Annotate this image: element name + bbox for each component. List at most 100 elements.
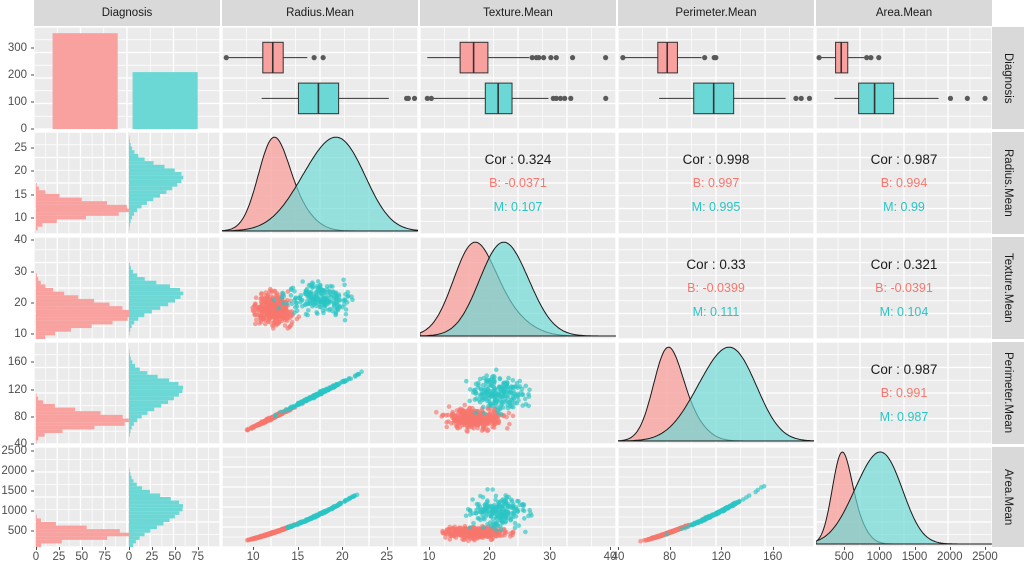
x-tick-mark: [550, 547, 551, 550]
x-tick-mark: [773, 547, 774, 550]
y-tick-label: 2500: [1, 445, 27, 457]
panel-hist-perimeter-by-diagnosis: [34, 342, 220, 444]
cor-m-label: M: 0.99: [883, 201, 925, 214]
col-strip-diagnosis: Diagnosis: [34, 0, 220, 26]
x-tick-mark: [198, 547, 199, 550]
cor-all-label: Cor : 0.321: [871, 258, 938, 272]
cor-b-label: B: -0.0371: [489, 177, 547, 190]
row-strip-label: Area.Mean: [1002, 469, 1014, 525]
x-tick-mark: [387, 547, 388, 550]
x-tick-mark: [82, 547, 83, 550]
y-axis-perimeter-mean: 4080120160: [0, 342, 34, 444]
corner-blank: [0, 0, 34, 26]
x-tick-mark: [429, 547, 430, 550]
x-tick-label: 25: [380, 551, 393, 563]
x-tick-label: 500: [835, 551, 854, 563]
panel-scatter-texture-perimeter: [420, 342, 616, 444]
x-tick-mark: [152, 547, 153, 550]
x-tick-mark: [721, 547, 722, 550]
row-strip-area-mean: Area.Mean: [992, 447, 1024, 547]
x-tick-label: 20: [483, 551, 496, 563]
x-tick-mark: [129, 547, 130, 550]
x-tick-label: 10: [423, 551, 436, 563]
panel-cor-perimeter-area: Cor : 0.987 B: 0.991 M: 0.987: [816, 342, 992, 444]
col-strip-radius-mean: Radius.Mean: [222, 0, 418, 26]
x-tick-label: 25: [145, 551, 158, 563]
col-strip-label: Area.Mean: [876, 7, 932, 19]
y-tick-label: 1500: [1, 485, 27, 497]
panel-density-texture: [420, 237, 616, 339]
cor-b-label: B: -0.0399: [687, 282, 745, 295]
col-strip-label: Perimeter.Mean: [675, 7, 756, 19]
x-tick-mark: [342, 547, 343, 550]
panel-cor-texture-perimeter: Cor : 0.33 B: -0.0399 M: 0.111: [618, 237, 814, 339]
y-tick-label: 500: [8, 525, 27, 537]
panel-cor-radius-perimeter: Cor : 0.998 B: 0.997 M: 0.995: [618, 132, 814, 234]
x-tick-mark: [105, 547, 106, 550]
x-tick-label: 20: [336, 551, 349, 563]
gap: [0, 547, 34, 559]
x-tick-mark: [175, 547, 176, 550]
panel-scatter-radius-area: [222, 447, 418, 547]
col-strip-label: Texture.Mean: [483, 7, 553, 19]
x-tick-mark: [950, 547, 951, 550]
x-tick-label: 0: [33, 551, 39, 563]
x-axis-radius-mean: 10152025: [222, 547, 418, 559]
cor-all-label: Cor : 0.987: [871, 363, 938, 377]
row-strip-label: Perimeter.Mean: [1002, 352, 1014, 433]
y-tick-label: 20: [14, 165, 27, 177]
cor-all-label: Cor : 0.33: [686, 258, 745, 272]
x-axis-texture-mean: 10203040: [420, 547, 616, 559]
y-axis-area-mean: 500 1000 1500 2000 2500: [0, 447, 34, 547]
x-tick-mark: [610, 547, 611, 550]
y-axis-diagnosis: 0100200300: [0, 27, 34, 129]
y-tick-label: 2000: [1, 465, 27, 477]
x-tick-label: 30: [543, 551, 556, 563]
panel-density-area: [816, 447, 992, 547]
cor-all-label: Cor : 0.987: [871, 153, 938, 167]
row-strip-diagnosis: Diagnosis: [992, 27, 1024, 129]
x-tick-label: 15: [291, 551, 304, 563]
col-strip-texture-mean: Texture.Mean: [420, 0, 616, 26]
row-strip-perimeter-mean: Perimeter.Mean: [992, 342, 1024, 444]
y-tick-label: 1000: [1, 505, 27, 517]
panel-cor-radius-area: Cor : 0.987 B: 0.994 M: 0.99: [816, 132, 992, 234]
panel-box-perimeter-by-diagnosis: [618, 27, 814, 129]
panel-density-radius: [222, 132, 418, 234]
panel-cor-radius-texture: Cor : 0.324 B: -0.0371 M: 0.107: [420, 132, 616, 234]
cor-m-label: M: 0.107: [494, 201, 543, 214]
y-tick-label: 30: [14, 266, 27, 278]
y-tick-label: 25: [14, 142, 27, 154]
y-tick-label: 160: [8, 356, 27, 368]
x-tick-mark: [670, 547, 671, 550]
x-tick-mark: [253, 547, 254, 550]
panel-scatter-radius-perimeter: [222, 342, 418, 444]
y-tick-label: 20: [14, 297, 27, 309]
panel-box-radius-by-diagnosis: [222, 27, 418, 129]
x-tick-label: 0: [126, 551, 132, 563]
col-strip-label: Diagnosis: [102, 7, 153, 19]
panel-cor-texture-area: Cor : 0.321 B: -0.0391 M: 0.104: [816, 237, 992, 339]
x-axis-area-mean: 5001000150020002500: [816, 547, 992, 559]
col-strip-perimeter-mean: Perimeter.Mean: [618, 0, 814, 26]
x-tick-label: 2500: [972, 551, 998, 563]
x-tick-label: 80: [663, 551, 676, 563]
panel-density-perimeter: [618, 342, 814, 444]
x-tick-mark: [879, 547, 880, 550]
cor-m-label: M: 0.111: [693, 306, 740, 319]
panel-hist-radius-by-diagnosis: [34, 132, 220, 234]
cor-b-label: B: 0.994: [881, 177, 928, 190]
y-tick-label: 80: [14, 411, 27, 423]
panel-box-area-by-diagnosis: [816, 27, 992, 129]
gap: [992, 0, 1024, 26]
y-tick-label: 200: [8, 69, 27, 81]
panel-scatter-perimeter-area: [618, 447, 814, 547]
cor-m-label: M: 0.995: [692, 201, 741, 214]
y-axis-texture-mean: 10203040: [0, 237, 34, 339]
y-tick-label: 10: [14, 212, 27, 224]
cor-all-label: Cor : 0.324: [485, 153, 552, 167]
x-tick-mark: [298, 547, 299, 550]
x-tick-label: 2000: [937, 551, 963, 563]
y-tick-label: 10: [14, 328, 27, 340]
cor-all-label: Cor : 0.998: [683, 153, 750, 167]
